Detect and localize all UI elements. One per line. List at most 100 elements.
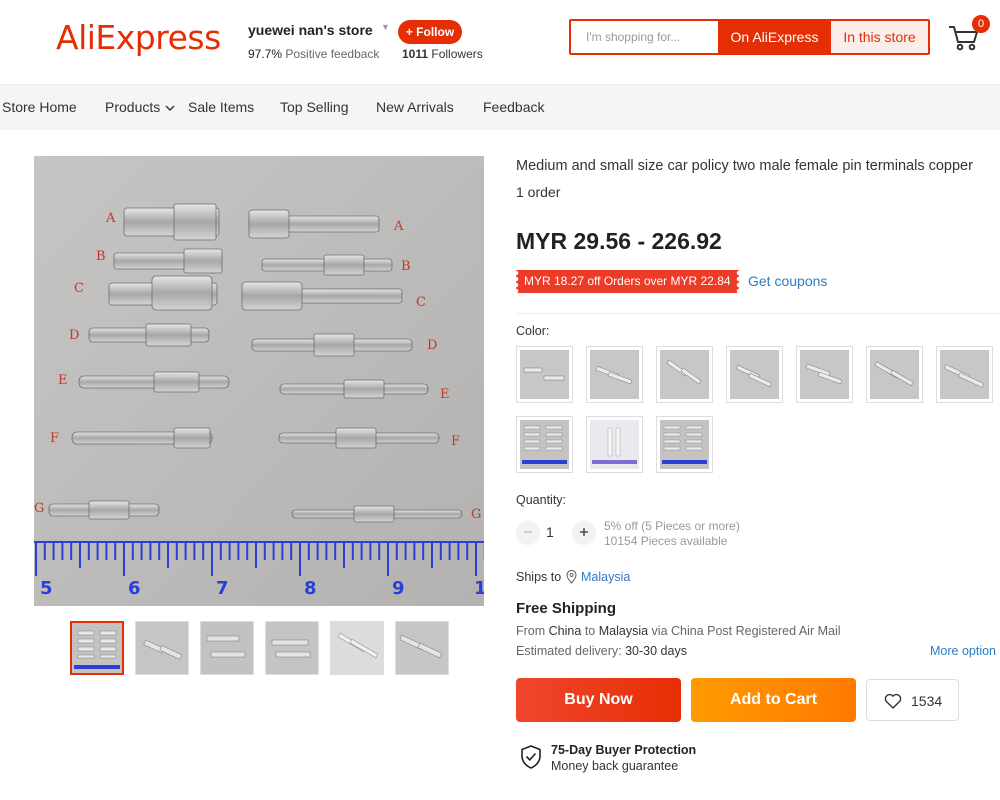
followers-count: 1011 — [402, 47, 429, 61]
estimated-delivery-label: Estimated delivery: — [516, 644, 622, 658]
row-letter-d-right: D — [427, 338, 437, 353]
thumbnail-3-image — [201, 622, 253, 674]
search-bar: I'm shopping for... On AliExpress In thi… — [569, 19, 930, 55]
thumbnail-2[interactable] — [135, 621, 189, 675]
row-letter-f-left: F — [50, 431, 59, 446]
shield-check-icon — [521, 745, 541, 769]
buy-now-button[interactable]: Buy Now — [516, 678, 681, 722]
quantity-value[interactable]: 1 — [546, 524, 554, 540]
buyer-protection-subtitle: Money back guarantee — [551, 759, 679, 773]
pin-icon — [566, 570, 577, 584]
minus-icon — [524, 531, 532, 533]
row-letter-c-right: C — [416, 295, 426, 310]
quantity-label: Quantity: — [516, 493, 567, 507]
thumbnail-2-image — [136, 622, 188, 674]
row-letter-f-right: F — [451, 434, 460, 449]
row-letter-g-left: G — [34, 501, 44, 516]
thumbnail-1-image — [72, 623, 122, 673]
coupon-badge: MYR 18.27 off Orders over MYR 22.84 — [516, 270, 739, 293]
color-swatch-7[interactable] — [936, 346, 993, 403]
estimated-delivery: Estimated delivery: 30-30 days — [516, 644, 687, 658]
row-letter-d-left: D — [69, 328, 79, 343]
plus-icon — [580, 528, 588, 536]
aliexpress-logo[interactable]: AliExpress — [56, 18, 221, 57]
row-letter-b-left: B — [96, 249, 106, 264]
row-letter-e-right: E — [440, 387, 450, 402]
ships-to-country-link[interactable]: Malaysia — [581, 570, 630, 584]
thumbnail-1[interactable] — [70, 621, 124, 675]
pieces-available: 10154 Pieces available — [604, 534, 728, 548]
search-store-button[interactable]: In this store — [831, 21, 928, 53]
row-letter-a-left: A — [105, 211, 116, 226]
row-letter-b-right: B — [401, 259, 411, 274]
follow-button[interactable]: + Follow — [398, 20, 462, 44]
ruler-num-8: 8 — [304, 578, 317, 599]
ship-from-country: China — [548, 624, 582, 638]
search-input[interactable]: I'm shopping for... — [571, 21, 718, 53]
add-to-cart-button[interactable]: Add to Cart — [691, 678, 856, 722]
thumbnail-5[interactable] — [330, 621, 384, 675]
ships-to-label: Ships to — [516, 570, 562, 584]
shipping-route: From China to Malaysia via China Post Re… — [516, 624, 841, 638]
site-header: AliExpress yuewei nan's store ▼ 97.7% Po… — [0, 0, 1000, 84]
store-feedback: 97.7% Positive feedback — [248, 47, 379, 61]
store-followers: 1011 Followers — [402, 47, 483, 61]
thumbnail-6-image — [396, 622, 448, 674]
thumbnail-6[interactable] — [395, 621, 449, 675]
thumbnail-3[interactable] — [200, 621, 254, 675]
nav-new-arrivals[interactable]: New Arrivals — [376, 99, 454, 115]
color-swatch-10[interactable] — [656, 416, 713, 473]
thumbnail-5-image — [331, 622, 383, 674]
terminals-photo: A B C D E F G A B C D E F G 5 6 7 8 9 1 — [34, 156, 484, 606]
store-name[interactable]: yuewei nan's store — [248, 22, 373, 38]
nav-products[interactable]: Products — [105, 99, 175, 115]
estimated-delivery-value: 30-30 days — [625, 644, 687, 658]
more-options-link[interactable]: More option — [930, 644, 996, 658]
color-swatch-1[interactable] — [516, 346, 573, 403]
product-title: Medium and small size car policy two mal… — [516, 158, 973, 174]
feedback-percent: 97.7% — [248, 47, 283, 61]
row-letter-a-right: A — [393, 219, 404, 234]
quantity-plus-button[interactable] — [572, 521, 596, 545]
ship-to-word: to — [584, 624, 596, 638]
color-swatch-8[interactable] — [516, 416, 573, 473]
logo-smile-icon — [60, 54, 220, 57]
nav-store-home[interactable]: Store Home — [2, 99, 77, 115]
feedback-label: Positive feedback — [285, 47, 380, 61]
row-letter-g-right: G — [471, 507, 481, 522]
search-aliexpress-button[interactable]: On AliExpress — [718, 21, 831, 53]
main-product-image[interactable]: A B C D E F G A B C D E F G 5 6 7 8 9 1 — [34, 156, 484, 606]
color-swatch-5[interactable] — [796, 346, 853, 403]
wishlist-button[interactable]: 1534 — [866, 679, 959, 721]
bulk-discount-note: 5% off (5 Pieces or more) — [604, 519, 740, 533]
color-label: Color: — [516, 324, 550, 338]
ruler-num-6: 6 — [128, 578, 141, 599]
nav-feedback[interactable]: Feedback — [483, 99, 544, 115]
ruler-num-5: 5 — [40, 578, 53, 599]
row-letter-e-left: E — [58, 373, 68, 388]
thumbnail-4[interactable] — [265, 621, 319, 675]
wishlist-count: 1534 — [911, 693, 943, 709]
ruler-num-7: 7 — [216, 578, 229, 599]
divider — [516, 313, 1000, 314]
get-coupons-link[interactable]: Get coupons — [748, 273, 827, 289]
store-nav: Store Home Products Sale Items Top Selli… — [0, 84, 1000, 130]
color-swatch-6[interactable] — [866, 346, 923, 403]
thumbnail-4-image — [266, 622, 318, 674]
quantity-minus-button[interactable] — [516, 521, 540, 545]
ruler-num-9: 9 — [392, 578, 405, 599]
nav-sale-items[interactable]: Sale Items — [188, 99, 254, 115]
free-shipping-title: Free Shipping — [516, 600, 617, 617]
nav-top-selling[interactable]: Top Selling — [280, 99, 349, 115]
nav-products-label: Products — [105, 99, 161, 115]
row-letter-c-left: C — [74, 281, 84, 296]
store-dropdown-caret-icon[interactable]: ▼ — [381, 22, 390, 32]
ship-from-word: From — [516, 624, 546, 638]
chevron-down-icon — [165, 105, 175, 111]
order-count: 1 order — [516, 184, 561, 200]
color-swatch-9[interactable] — [586, 416, 643, 473]
color-swatch-2[interactable] — [586, 346, 643, 403]
color-swatch-3[interactable] — [656, 346, 713, 403]
color-swatch-4[interactable] — [726, 346, 783, 403]
heart-icon — [884, 693, 902, 709]
